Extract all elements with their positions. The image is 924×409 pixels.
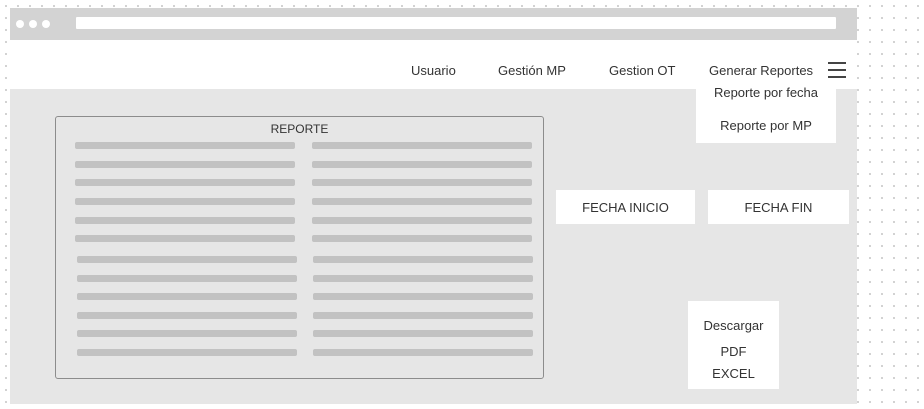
placeholder-line: [313, 256, 533, 263]
placeholder-line: [77, 330, 297, 337]
placeholder-line: [75, 217, 295, 224]
placeholder-line: [312, 198, 532, 205]
browser-titlebar: [10, 8, 857, 40]
placeholder-line: [312, 142, 532, 149]
window-dot-icon[interactable]: [29, 20, 37, 28]
placeholder-line: [77, 349, 297, 356]
placeholder-line: [312, 161, 532, 168]
placeholder-line: [312, 217, 532, 224]
fecha-fin-button[interactable]: FECHA FIN: [708, 190, 849, 224]
browser-window: Usuario Gestión MP Gestion OT Generar Re…: [10, 8, 857, 404]
download-panel: Descargar PDF EXCEL: [688, 301, 779, 389]
report-title: REPORTE: [270, 122, 329, 136]
dropdown-item-reporte-fecha[interactable]: Reporte por fecha: [696, 81, 836, 113]
placeholder-line: [75, 198, 295, 205]
nav-item-usuario[interactable]: Usuario: [411, 63, 456, 78]
placeholder-line: [75, 179, 295, 186]
nav-item-gestion-ot[interactable]: Gestion OT: [609, 63, 675, 78]
dropdown-item-reporte-mp[interactable]: Reporte por MP: [696, 113, 836, 143]
hamburger-icon[interactable]: [828, 62, 846, 78]
placeholder-line: [77, 275, 297, 282]
placeholder-line: [312, 235, 532, 242]
placeholder-line: [75, 235, 295, 242]
window-dot-icon[interactable]: [16, 20, 24, 28]
placeholder-line: [77, 256, 297, 263]
placeholder-line: [77, 293, 297, 300]
download-excel-option[interactable]: EXCEL: [688, 366, 779, 381]
placeholder-line: [313, 293, 533, 300]
placeholder-line: [77, 312, 297, 319]
download-title: Descargar: [703, 318, 764, 333]
placeholder-line: [312, 179, 532, 186]
placeholder-line: [75, 142, 295, 149]
placeholder-line: [313, 275, 533, 282]
placeholder-line: [313, 330, 533, 337]
fecha-inicio-button[interactable]: FECHA INICIO: [556, 190, 695, 224]
nav-item-gestion-mp[interactable]: Gestión MP: [498, 63, 566, 78]
address-bar[interactable]: [76, 17, 836, 29]
nav-item-generar-reportes[interactable]: Generar Reportes: [709, 63, 813, 78]
window-dot-icon[interactable]: [42, 20, 50, 28]
download-pdf-option[interactable]: PDF: [688, 344, 779, 359]
report-panel: REPORTE: [55, 116, 544, 379]
placeholder-line: [313, 349, 533, 356]
placeholder-line: [313, 312, 533, 319]
placeholder-line: [75, 161, 295, 168]
